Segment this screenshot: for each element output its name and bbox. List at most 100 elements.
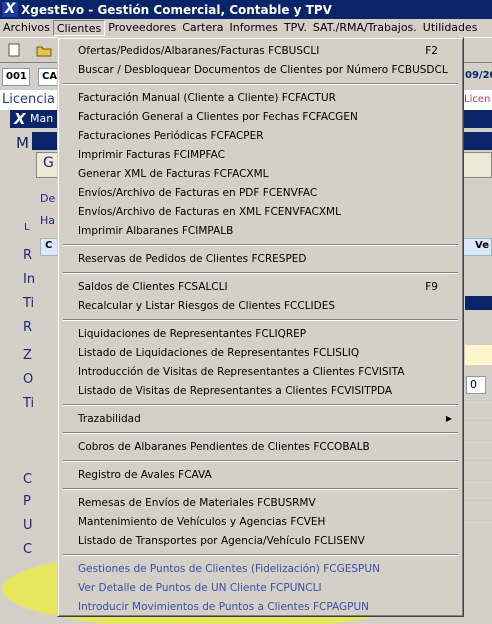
menu-item[interactable]: Saldos de Clientes FCSALCLI F9 — [61, 278, 460, 296]
menu-item[interactable]: Envíos/Archivo de Facturas en XML FCENVF… — [61, 203, 460, 221]
menu-item[interactable]: Gestiones de Puntos de Clientes (Fideliz… — [61, 560, 460, 578]
window-title: XgestEvo - Gestión Comercial, Contable y… — [21, 2, 332, 17]
side-label: R — [23, 248, 33, 263]
side-label: Ti — [23, 296, 35, 311]
menu-item-shortcut: F9 — [425, 281, 438, 293]
menu-item-label: Liquidaciones de Representantes FCLIQREP — [78, 328, 307, 340]
menu-item[interactable]: Mantenimiento de Vehículos y Agencias FC… — [61, 513, 460, 531]
grid-col-ve: Ve — [475, 240, 489, 251]
menu-items-container: Ofertas/Pedidos/Albaranes/Facturas FCBUS… — [58, 38, 463, 616]
menu-item-label: Mantenimiento de Vehículos y Agencias FC… — [78, 516, 326, 528]
menu-item[interactable]: Introducción de Visitas de Representante… — [61, 363, 460, 381]
menu-item[interactable]: Facturación General a Clientes por Fecha… — [61, 108, 460, 126]
menu-item-label: Ver Detalle de Puntos de UN Cliente FCPU… — [78, 582, 322, 594]
menu-item[interactable]: Listado de Visitas de Representantes a C… — [61, 382, 460, 400]
mdi-window-letter: M — [16, 134, 29, 152]
menu-item-label: Remesas de Envíos de Materiales FCBUSRMV — [78, 497, 316, 509]
menu-item-label: Registro de Avales FCAVA — [78, 469, 212, 481]
menu-separator — [63, 319, 458, 321]
menu-item[interactable]: Ver Detalle de Puntos de UN Cliente FCPU… — [61, 579, 460, 597]
menu-item-label: Introducir Movimientos de Puntos a Clien… — [78, 601, 370, 613]
grid-zero-field[interactable]: 0 — [466, 376, 486, 394]
menu-item[interactable]: Imprimir Albaranes FCIMPALB — [61, 222, 460, 240]
company-code-field[interactable]: 001 — [2, 68, 30, 86]
menu-item-label: Listado de Visitas de Representantes a C… — [78, 385, 393, 397]
menu-item[interactable]: Listado de Liquidaciones de Representant… — [61, 344, 460, 362]
grid-line — [465, 480, 492, 481]
side-label: Ti — [23, 396, 35, 411]
menu-item[interactable]: Facturación Manual (Cliente a Cliente) F… — [61, 89, 460, 107]
grid-line — [465, 520, 492, 521]
menu-item-label: Introducción de Visitas de Representante… — [78, 366, 405, 378]
open-folder-icon[interactable] — [36, 43, 52, 57]
side-label: U — [23, 518, 33, 533]
range-to-label: Ha — [40, 214, 56, 227]
grid-line — [465, 440, 492, 441]
menu-item[interactable]: Recalcular y Listar Riesgos de Clientes … — [61, 297, 460, 315]
menu-item[interactable]: Listado de Transportes por Agencia/Vehíc… — [61, 532, 460, 550]
menu-item[interactable]: Generar XML de Facturas FCFACXML — [61, 165, 460, 183]
licence-label-left: Licencia — [2, 92, 55, 107]
menu-separator — [63, 554, 458, 556]
grid-line — [465, 420, 492, 421]
menu-item[interactable]: Envíos/Archivo de Facturas en PDF FCENVF… — [61, 184, 460, 202]
menu-item[interactable]: Cobros de Albaranes Pendientes de Client… — [61, 438, 460, 456]
menu-item-label: Saldos de Clientes FCSALCLI — [78, 281, 228, 293]
grid-line — [465, 400, 492, 401]
submenu-arrow-icon: ▶ — [445, 414, 452, 423]
clientes-dropdown-menu: Ofertas/Pedidos/Albaranes/Facturas FCBUS… — [57, 37, 464, 617]
menu-item[interactable]: Ofertas/Pedidos/Albaranes/Facturas FCBUS… — [61, 42, 460, 60]
title-bar: X XgestEvo - Gestión Comercial, Contable… — [0, 0, 492, 19]
grid-col-c: C — [45, 240, 53, 251]
menu-proveedores[interactable]: Proveedores — [105, 20, 179, 36]
menu-utilidades[interactable]: Utilidades — [420, 20, 481, 36]
menu-item-shortcut: F2 — [425, 45, 438, 57]
menu-item[interactable]: Trazabilidad ▶ — [61, 410, 460, 428]
side-label: C — [23, 472, 33, 487]
menu-item-label: Gestiones de Puntos de Clientes (Fideliz… — [78, 563, 380, 575]
menu-item[interactable]: Buscar / Desbloquear Documentos de Clien… — [61, 61, 460, 79]
date-field: 09/20 — [465, 70, 492, 81]
mdi-window-icon: X — [14, 110, 26, 128]
xgest-logo-icon: X — [2, 2, 18, 17]
menu-item-label: Recalcular y Listar Riesgos de Clientes … — [78, 300, 336, 312]
menu-separator — [63, 488, 458, 490]
menu-informes[interactable]: Informes — [227, 20, 281, 36]
menu-item-label: Listado de Liquidaciones de Representant… — [78, 347, 360, 359]
menu-item[interactable]: Liquidaciones de Representantes FCLIQREP — [61, 325, 460, 343]
grid-selection-bar — [465, 296, 492, 310]
tab-letter: L — [24, 222, 30, 233]
menu-separator — [63, 83, 458, 85]
grid-line — [465, 500, 492, 501]
mdi-window-title: Man — [30, 112, 54, 125]
menu-item-label: Imprimir Albaranes FCIMPALB — [78, 225, 234, 237]
menu-item[interactable]: Reservas de Pedidos de Clientes FCRESPED — [61, 250, 460, 268]
menu-item-label: Buscar / Desbloquear Documentos de Clien… — [78, 64, 448, 76]
menu-item[interactable]: Facturaciones Periódicas FCFACPER — [61, 127, 460, 145]
grid-line — [465, 460, 492, 461]
menu-bar: Archivos Clientes Proveedores Cartera In… — [0, 19, 492, 37]
menu-item-label: Generar XML de Facturas FCFACXML — [78, 168, 269, 180]
side-label: Z — [23, 348, 32, 363]
menu-item[interactable]: Imprimir Facturas FCIMPFAC — [61, 146, 460, 164]
menu-archivos[interactable]: Archivos — [0, 20, 53, 36]
menu-item-label: Envíos/Archivo de Facturas en XML FCENVF… — [78, 206, 341, 218]
side-label: In — [23, 272, 36, 287]
menu-item[interactable]: Remesas de Envíos de Materiales FCBUSRMV — [61, 494, 460, 512]
app-window: X XgestEvo - Gestión Comercial, Contable… — [0, 0, 492, 624]
new-document-icon[interactable] — [6, 43, 22, 57]
mdi-subwindow-letter: G — [43, 155, 54, 171]
menu-item[interactable]: Introducir Movimientos de Puntos a Clien… — [61, 598, 460, 616]
menu-separator — [63, 460, 458, 462]
menu-item-label: Trazabilidad — [78, 413, 141, 425]
menu-separator — [63, 272, 458, 274]
menu-separator — [63, 244, 458, 246]
menu-item-label: Envíos/Archivo de Facturas en PDF FCENVF… — [78, 187, 318, 199]
menu-clientes[interactable]: Clientes — [52, 20, 106, 36]
menu-item-label: Imprimir Facturas FCIMPFAC — [78, 149, 225, 161]
menu-item[interactable]: Registro de Avales FCAVA — [61, 466, 460, 484]
licence-label-right: Licen — [464, 94, 491, 105]
menu-sat[interactable]: SAT./RMA/Trabajos. — [310, 20, 420, 36]
menu-tpv[interactable]: TPV. — [281, 20, 310, 36]
menu-cartera[interactable]: Cartera — [179, 20, 226, 36]
